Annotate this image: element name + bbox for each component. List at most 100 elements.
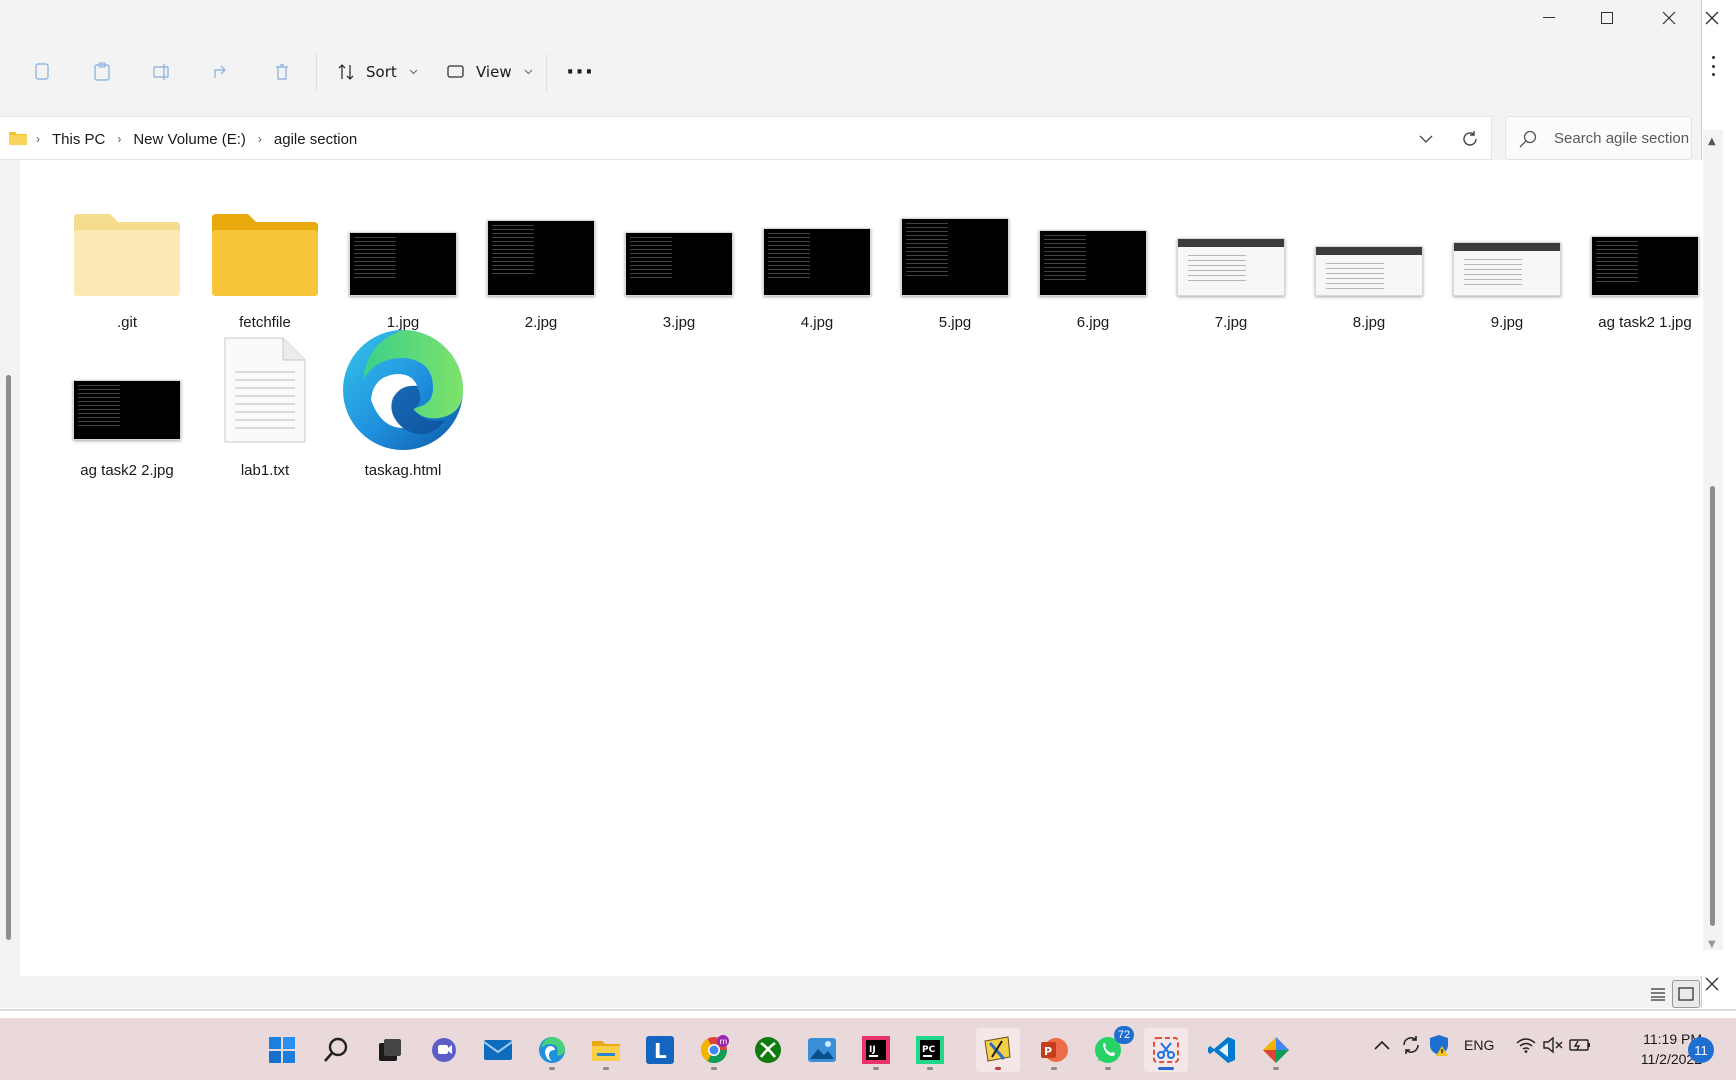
snipping-tool-button[interactable] <box>1144 1028 1188 1072</box>
image-item-9[interactable]: 9.jpg <box>1440 182 1574 331</box>
powerpoint-button[interactable]: P <box>1032 1028 1076 1072</box>
view-menu-button[interactable]: View <box>446 54 533 90</box>
shield-warning-icon <box>1430 1035 1448 1056</box>
copy-icon <box>35 63 49 80</box>
photos-button[interactable] <box>800 1028 844 1072</box>
volume-button[interactable] <box>1542 1033 1564 1057</box>
chevron-down-icon <box>524 69 532 75</box>
item-label: 4.jpg <box>800 314 834 331</box>
intellij-button[interactable]: IJ <box>854 1028 898 1072</box>
running-indicator <box>1105 1067 1111 1070</box>
whatsapp-unread-badge: 72 <box>1114 1026 1134 1044</box>
image-item-7[interactable]: 7.jpg <box>1164 182 1298 331</box>
running-indicator <box>1273 1067 1279 1070</box>
svg-text:L: L <box>654 1039 667 1063</box>
search-input[interactable]: Search agile section <box>1505 116 1692 160</box>
pycharm-button[interactable]: PC <box>908 1028 952 1072</box>
address-bar[interactable]: › This PC › New Volume (E:) › agile sect… <box>0 116 1492 160</box>
vertical-scrollbar[interactable]: ▲ ▼ <box>1703 130 1723 950</box>
language-indicator[interactable]: ENG <box>1464 1033 1494 1057</box>
image-item-4[interactable]: 4.jpg <box>750 182 884 331</box>
sort-arrows-icon <box>338 64 354 80</box>
folder-icon <box>74 214 180 296</box>
wifi-button[interactable] <box>1516 1033 1536 1057</box>
item-label: 6.jpg <box>1076 314 1110 331</box>
breadcrumb-item-agile-section[interactable]: agile section <box>274 131 357 148</box>
item-label: 2.jpg <box>524 314 558 331</box>
details-view-button[interactable] <box>1646 982 1670 1006</box>
close-icon[interactable] <box>1704 10 1724 30</box>
minimize-button[interactable] <box>1520 0 1578 36</box>
recent-locations-button[interactable] <box>1412 127 1440 151</box>
more-options-icon[interactable] <box>1706 56 1720 76</box>
image-item-ag-task2-1[interactable]: ag task2 1.jpg <box>1578 182 1712 331</box>
folder-item-git[interactable]: .git <box>60 182 194 331</box>
gem-app-button[interactable] <box>1254 1028 1298 1072</box>
chevron-right-icon: › <box>257 132 262 146</box>
battery-charging-icon <box>1569 1039 1590 1051</box>
start-button[interactable] <box>260 1028 304 1072</box>
list-icon <box>1651 988 1665 1001</box>
rename-button[interactable] <box>146 56 178 88</box>
html-file-item-taskag[interactable]: taskag.html <box>336 330 470 479</box>
delete-button[interactable] <box>266 56 298 88</box>
image-item-1[interactable]: 1.jpg <box>336 182 470 331</box>
more-icon: ··· <box>566 59 595 85</box>
teams-chat-button[interactable] <box>422 1028 466 1072</box>
running-indicator <box>927 1067 933 1070</box>
scrollbar-thumb[interactable] <box>1710 486 1715 926</box>
sort-menu-button[interactable]: Sort <box>336 54 418 90</box>
app-l-button[interactable]: L <box>638 1028 682 1072</box>
breadcrumb-item-new-volume[interactable]: New Volume (E:) <box>133 131 246 148</box>
folder-item-fetchfile[interactable]: fetchfile <box>198 182 332 331</box>
item-label: taskag.html <box>364 462 442 479</box>
edge-button[interactable] <box>530 1028 574 1072</box>
close-icon[interactable] <box>1704 976 1724 996</box>
view-icon <box>447 65 464 78</box>
vscode-button[interactable] <box>1200 1028 1244 1072</box>
security-status-button[interactable] <box>1428 1033 1450 1057</box>
close-button[interactable] <box>1640 0 1698 36</box>
large-icons-view-button[interactable] <box>1672 980 1700 1008</box>
taskbar-search-button[interactable] <box>314 1028 358 1072</box>
item-label: .git <box>116 314 137 331</box>
refresh-button[interactable] <box>1456 125 1484 153</box>
copy-button[interactable] <box>26 56 58 88</box>
task-view-icon <box>379 1039 401 1061</box>
image-item-6[interactable]: 6.jpg <box>1026 182 1160 331</box>
mail-button[interactable] <box>476 1028 520 1072</box>
whatsapp-button[interactable]: 72 <box>1086 1026 1134 1072</box>
file-explorer-button[interactable] <box>584 1028 628 1072</box>
running-indicator <box>995 1067 1001 1070</box>
image-item-3[interactable]: 3.jpg <box>612 182 746 331</box>
snipping-tool-icon <box>1153 1037 1179 1063</box>
text-file-item-lab1[interactable]: lab1.txt <box>198 330 332 479</box>
sync-status-button[interactable] <box>1400 1033 1422 1057</box>
image-item-2[interactable]: 2.jpg <box>474 182 608 331</box>
breadcrumb-item-this-pc[interactable]: This PC <box>52 131 105 148</box>
tiles-icon <box>1678 987 1694 1001</box>
see-more-button[interactable]: ··· <box>566 54 594 90</box>
battery-button[interactable] <box>1568 1033 1592 1057</box>
image-item-5[interactable]: 5.jpg <box>888 182 1022 331</box>
chrome-button[interactable]: m <box>692 1028 736 1072</box>
show-hidden-icons-button[interactable] <box>1374 1033 1390 1057</box>
scroll-up-arrow-icon[interactable]: ▲ <box>1708 136 1716 147</box>
task-view-button[interactable] <box>368 1028 412 1072</box>
paste-button[interactable] <box>86 56 118 88</box>
running-indicator <box>1158 1067 1174 1070</box>
share-button[interactable] <box>206 56 238 88</box>
running-indicator <box>873 1067 879 1070</box>
snip-sketch-button[interactable] <box>976 1028 1020 1072</box>
scroll-down-arrow-icon[interactable]: ▼ <box>1708 939 1716 950</box>
navigation-scrollbar[interactable] <box>6 375 11 940</box>
notification-center-badge[interactable]: 11 <box>1688 1037 1714 1063</box>
image-thumbnail <box>1039 230 1147 296</box>
wifi-icon <box>1516 1038 1536 1053</box>
maximize-button[interactable] <box>1578 0 1636 36</box>
image-item-ag-task2-2[interactable]: ag task2 2.jpg <box>60 330 194 479</box>
xbox-button[interactable] <box>746 1028 790 1072</box>
title-bar <box>0 0 1702 36</box>
item-label: 3.jpg <box>662 314 696 331</box>
image-item-8[interactable]: 8.jpg <box>1302 182 1436 331</box>
